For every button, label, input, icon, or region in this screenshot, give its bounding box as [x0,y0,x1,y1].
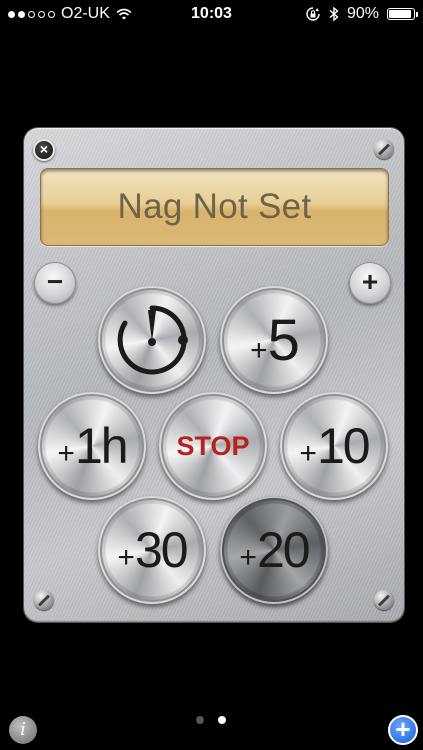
plus-sign: + [299,437,317,470]
screw-icon [374,139,394,159]
close-button[interactable]: × [33,139,55,161]
timer-button[interactable] [98,286,206,394]
add-button[interactable]: + [388,715,418,745]
button-value: 5 [267,307,300,373]
plus-30-button[interactable]: + 30 [98,496,206,604]
bluetooth-icon [329,6,339,22]
screw-icon [34,590,54,610]
page-dot[interactable] [196,716,204,724]
status-right: 90% [305,5,418,23]
nag-panel: × Nag Not Set − + + 5 + 1h STOP + 10 + 3… [24,128,404,622]
screw-icon [374,590,394,610]
plus-sign: + [57,437,75,470]
plus-sign: + [250,333,268,367]
plus-1h-button[interactable]: + 1h [38,392,146,500]
plus-5-button[interactable]: + 5 [220,286,328,394]
battery-percent: 90% [346,5,379,22]
timer-icon [117,305,188,375]
button-value: 10 [316,418,371,474]
decrease-button[interactable]: − [34,262,76,304]
battery-icon [387,8,418,20]
nag-status-text: Nag Not Set [117,187,312,226]
battery-fill [389,10,411,18]
plus-20-button[interactable]: + 20 [220,496,328,604]
rotation-lock-icon [306,7,320,21]
plus-sign: + [239,541,257,574]
page-dot[interactable] [218,716,226,724]
info-button[interactable]: i [9,716,37,744]
stop-button[interactable]: STOP [159,392,267,500]
page-indicator[interactable] [196,716,226,724]
plus-sign: + [117,541,135,574]
button-value: 1h [74,418,129,474]
stop-label: STOP [176,430,250,461]
button-value: 20 [256,522,311,578]
plus-10-button[interactable]: + 10 [280,392,388,500]
nag-display: Nag Not Set [40,168,389,246]
status-bar: O2-UK 10:03 90% [0,0,423,28]
increase-button[interactable]: + [349,262,391,304]
button-value: 30 [134,522,189,578]
